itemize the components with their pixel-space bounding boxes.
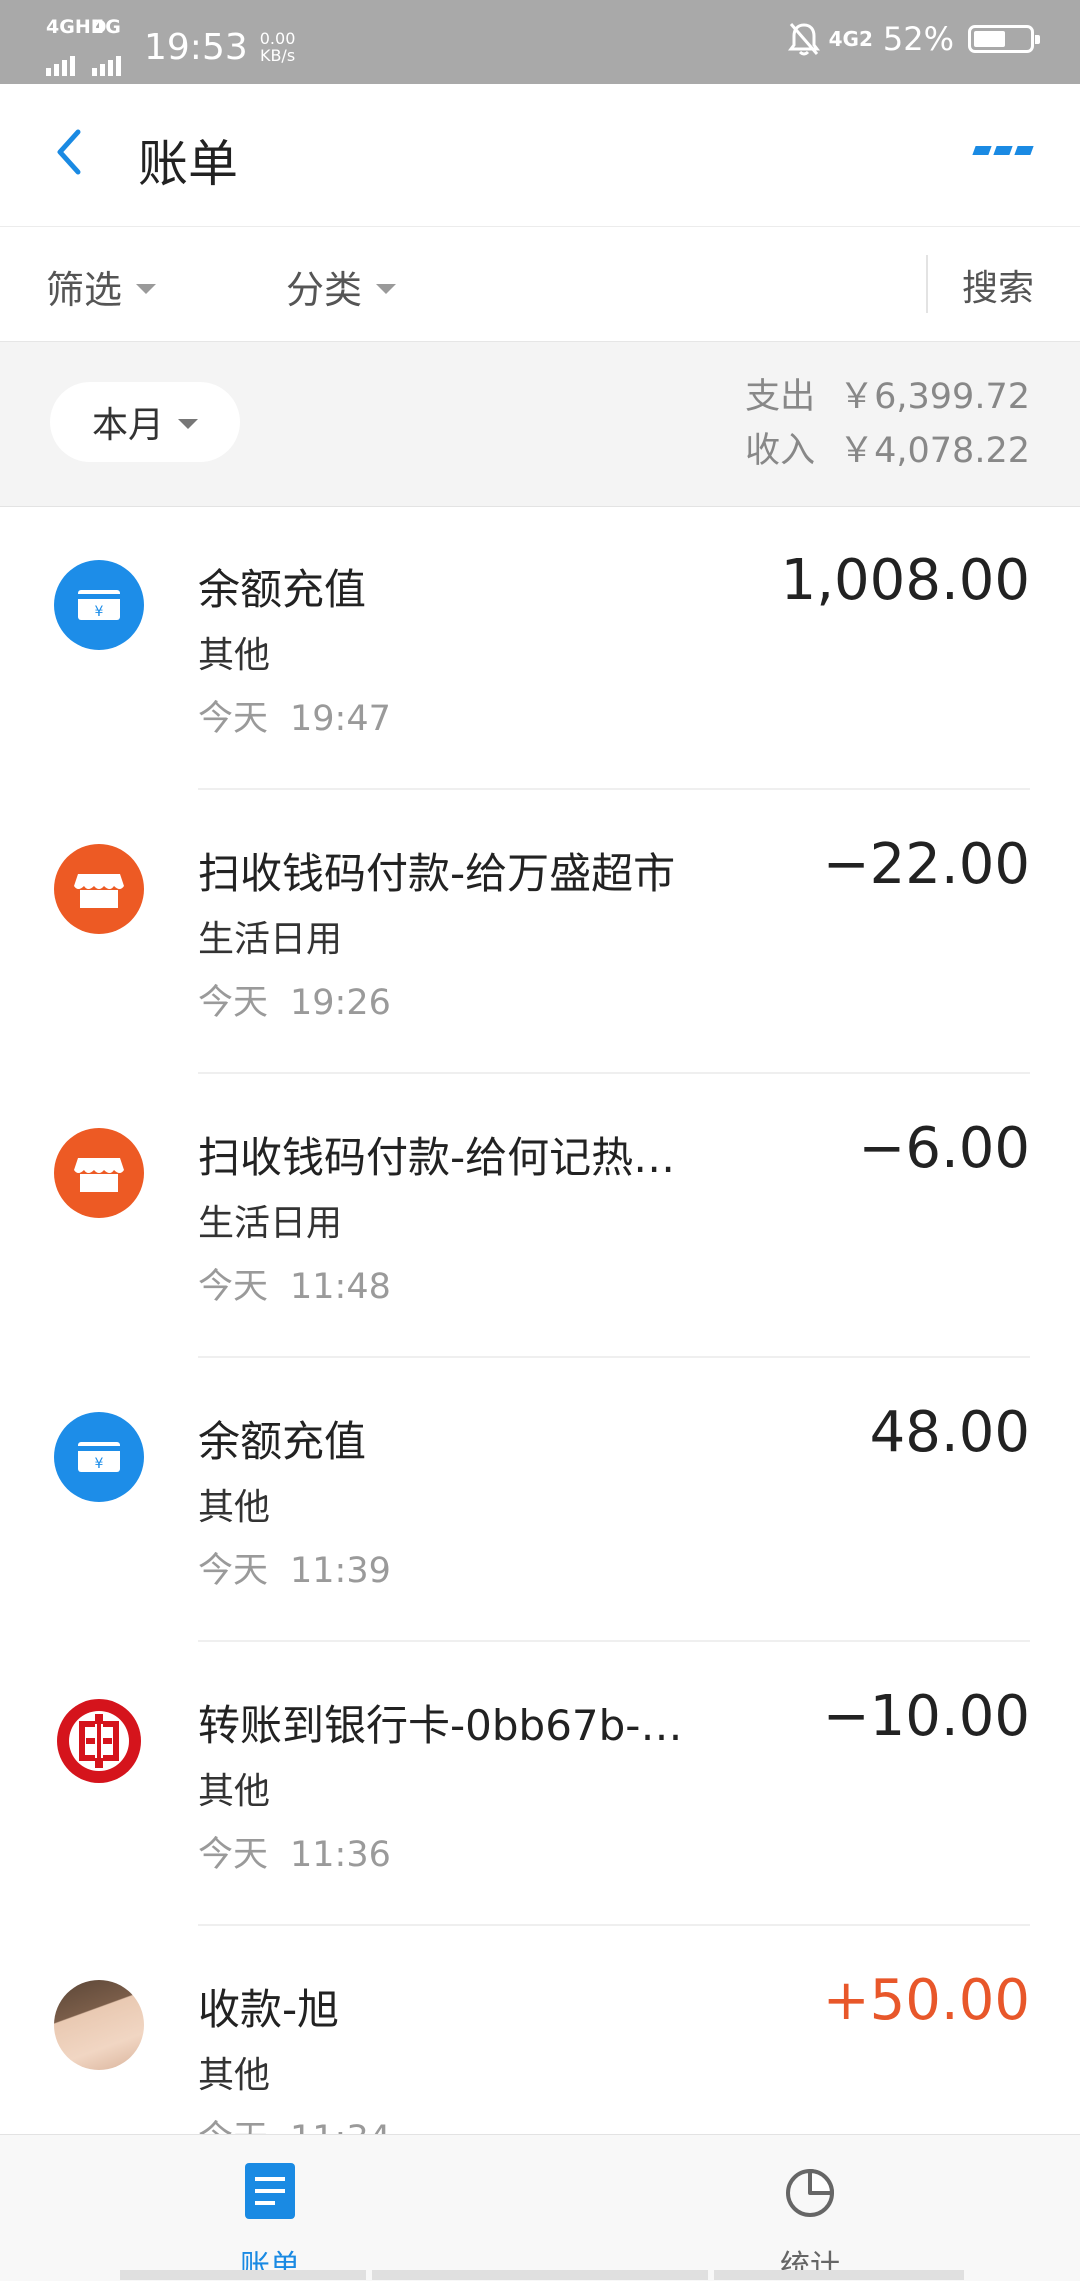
- status-bar: 4GHD 4G 19:53 0.00 KB/s 4G2 52%: [0, 0, 1080, 84]
- app-header: 账单: [0, 84, 1080, 227]
- battery-percent: 52%: [882, 20, 954, 58]
- transaction-category: 其他: [198, 635, 271, 676]
- alarm-off-icon: [787, 23, 820, 56]
- transaction-time: 今天 11:36: [198, 1835, 391, 1875]
- svg-text:¥: ¥: [95, 1456, 104, 1472]
- nav-hint: [714, 2270, 964, 2280]
- search-button[interactable]: 搜索: [962, 259, 1034, 311]
- nav-hint: [372, 2270, 708, 2280]
- more-options-icon[interactable]: [969, 146, 1034, 155]
- transaction-row[interactable]: 转账到银行卡-0bb67b-… 其他 今天 11:36 −10.00: [0, 1642, 1080, 1926]
- transaction-amount: −10.00: [822, 1684, 1030, 1749]
- transaction-amount: 1,008.00: [780, 548, 1030, 613]
- transaction-name: 余额充值: [198, 565, 367, 614]
- month-label: 本月: [91, 405, 164, 446]
- month-summary: 本月 支出 ￥6,399.72 收入 ￥4,078.22: [0, 342, 1080, 507]
- bottom-tab-bar: 账单 统计: [0, 2134, 1080, 2284]
- bill-list-icon: [245, 2163, 295, 2219]
- transaction-name: 余额充值: [198, 1417, 367, 1466]
- transaction-time: 今天 19:26: [198, 983, 391, 1023]
- transaction-row[interactable]: ¥ 余额充值 其他 今天 11:39 48.00: [0, 1358, 1080, 1642]
- svg-text:¥: ¥: [95, 604, 104, 620]
- tab-stats[interactable]: 统计: [660, 2135, 960, 2284]
- network-speed: 0.00 KB/s: [259, 29, 296, 65]
- network-type-right: 4G2: [828, 27, 873, 51]
- month-selector[interactable]: 本月: [50, 382, 240, 462]
- transaction-category: 生活日用: [198, 1203, 343, 1244]
- signal-icon-2: 4G: [92, 16, 124, 76]
- caret-down-icon: [376, 283, 397, 294]
- avatar: [54, 1980, 144, 2070]
- transaction-amount: −22.00: [822, 832, 1030, 897]
- transaction-name: 扫收钱码付款-给何记热…: [198, 1133, 676, 1182]
- nav-hint: [120, 2270, 366, 2280]
- expense-total: 支出 ￥6,399.72: [745, 377, 1030, 417]
- transaction-category: 其他: [198, 1487, 271, 1528]
- page-title: 账单: [138, 135, 238, 193]
- transaction-time: 今天 11:39: [198, 1551, 391, 1591]
- filter-dropdown[interactable]: 筛选: [46, 259, 157, 314]
- transaction-category: 生活日用: [198, 919, 343, 960]
- transaction-name: 转账到银行卡-0bb67b-…: [198, 1701, 683, 1750]
- balance-topup-icon: ¥: [54, 560, 144, 650]
- network-type-2: 4G: [92, 16, 121, 38]
- bank-icbc-icon: [54, 1696, 144, 1786]
- battery-icon: [968, 25, 1040, 53]
- transaction-name: 收款-旭: [198, 1985, 340, 2034]
- balance-topup-icon: ¥: [54, 1412, 144, 1502]
- transaction-row[interactable]: 扫收钱码付款-给何记热… 生活日用 今天 11:48 −6.00: [0, 1074, 1080, 1358]
- transaction-category: 其他: [198, 1771, 271, 1812]
- transaction-amount: +50.00: [822, 1968, 1030, 2033]
- transaction-amount: −6.00: [858, 1116, 1030, 1181]
- transaction-name: 扫收钱码付款-给万盛超市: [198, 849, 676, 898]
- transaction-amount: 48.00: [869, 1400, 1030, 1465]
- category-dropdown[interactable]: 分类: [286, 259, 397, 314]
- transaction-time: 今天 19:47: [198, 699, 391, 739]
- filter-label: 筛选: [46, 268, 123, 312]
- caret-down-icon: [178, 419, 198, 429]
- transaction-time: 今天 11:48: [198, 1267, 391, 1307]
- caret-down-icon: [136, 283, 157, 294]
- tab-bills[interactable]: 账单: [120, 2135, 420, 2284]
- totals: 支出 ￥6,399.72 收入 ￥4,078.22: [745, 370, 1030, 478]
- shop-icon: [54, 1128, 144, 1218]
- income-total: 收入 ￥4,078.22: [745, 431, 1030, 471]
- transaction-list: ¥ 余额充值 其他 今天 19:47 1,008.00 扫收钱码付款-给万盛超市 …: [0, 506, 1080, 2210]
- signal-icon: 4GHD: [46, 16, 107, 76]
- transaction-row[interactable]: 扫收钱码付款-给万盛超市 生活日用 今天 19:26 −22.00: [0, 790, 1080, 1074]
- transaction-category: 其他: [198, 2055, 271, 2096]
- shop-icon: [54, 844, 144, 934]
- transaction-row[interactable]: ¥ 余额充值 其他 今天 19:47 1,008.00: [0, 506, 1080, 790]
- clock: 19:53: [144, 26, 248, 68]
- back-arrow-icon[interactable]: [50, 122, 90, 182]
- pie-chart-icon: [786, 2169, 834, 2217]
- divider: [926, 255, 928, 313]
- filter-bar: 筛选 分类 搜索: [0, 227, 1080, 342]
- category-label: 分类: [286, 268, 363, 312]
